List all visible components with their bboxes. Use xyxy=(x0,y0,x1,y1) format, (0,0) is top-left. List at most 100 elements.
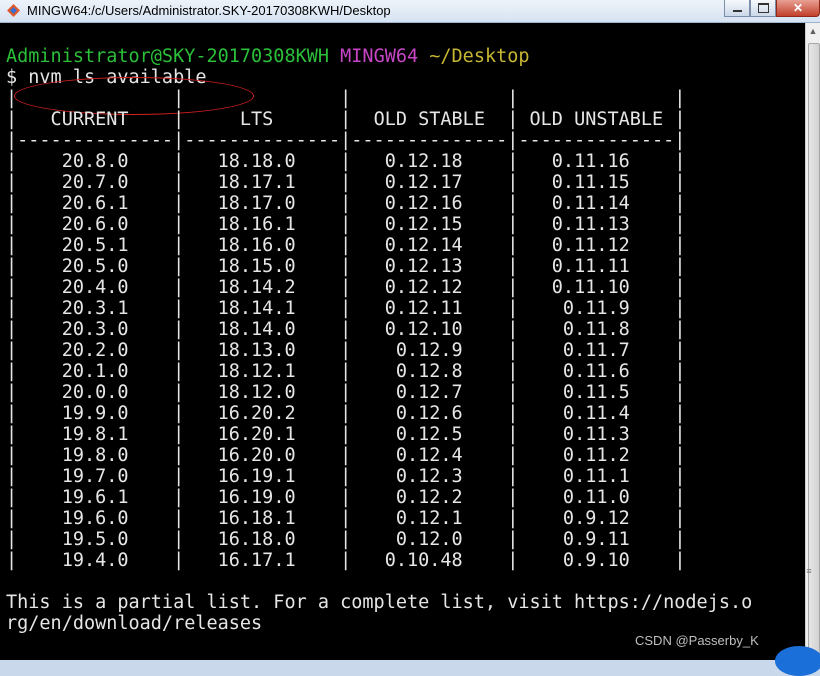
table-cell: 19.7.0 xyxy=(17,466,174,487)
table-row: | 20.0.0 | 18.12.0 | 0.12.7 | 0.11.5 | xyxy=(6,382,686,403)
table-cell: 0.12.12 xyxy=(351,277,508,298)
window-controls xyxy=(724,0,820,18)
table-cell: 0.11.1 xyxy=(518,466,675,487)
table-header-cell: OLD STABLE xyxy=(351,109,508,130)
git-bash-diamond-icon xyxy=(7,4,20,17)
table-cell: 16.19.0 xyxy=(184,487,341,508)
table-cell: 20.8.0 xyxy=(17,151,174,172)
table-cell: 19.4.0 xyxy=(17,550,174,571)
table-cell: 18.17.0 xyxy=(184,193,341,214)
table-row: | 20.1.0 | 18.12.1 | 0.12.8 | 0.11.6 | xyxy=(6,361,686,382)
table-cell: 20.3.1 xyxy=(17,298,174,319)
table-cell: 0.12.15 xyxy=(351,214,508,235)
table-cell: 0.11.13 xyxy=(518,214,675,235)
table-cell: 18.18.0 xyxy=(184,151,341,172)
table-cell: 0.9.10 xyxy=(518,550,675,571)
table-cell: 20.5.0 xyxy=(17,256,174,277)
table-cell: 20.6.0 xyxy=(17,214,174,235)
table-cell: 0.12.14 xyxy=(351,235,508,256)
table-row: | 20.5.0 | 18.15.0 | 0.12.13 | 0.11.11 | xyxy=(6,256,686,277)
table-row: | 19.4.0 | 16.17.1 | 0.10.48 | 0.9.10 | xyxy=(6,550,686,571)
table-cell: 16.20.1 xyxy=(184,424,341,445)
prompt-env: MINGW64 xyxy=(340,46,419,67)
prompt-symbol: $ xyxy=(6,67,18,88)
table-row: | 20.5.1 | 18.16.0 | 0.12.14 | 0.11.12 | xyxy=(6,235,686,256)
terminal-output[interactable]: Administrator@SKY-20170308KWH MINGW64 ~/… xyxy=(0,23,805,660)
table-cell: 18.14.0 xyxy=(184,319,341,340)
table-cell: 20.5.1 xyxy=(17,235,174,256)
table-cell: 0.11.0 xyxy=(518,487,675,508)
table-cell: 0.12.16 xyxy=(351,193,508,214)
table-separator: |--------------|--------------|---------… xyxy=(6,130,686,151)
table-cell: 19.6.1 xyxy=(17,487,174,508)
table-cell: 0.11.10 xyxy=(518,277,675,298)
table-cell: 16.20.0 xyxy=(184,445,341,466)
table-cell: 18.12.1 xyxy=(184,361,341,382)
table-header-row: | CURRENT | LTS | OLD STABLE | OLD UNSTA… xyxy=(6,109,686,130)
minimize-button[interactable] xyxy=(724,0,750,17)
table-header-cell: OLD UNSTABLE xyxy=(518,109,675,130)
table-row: | 19.8.1 | 16.20.1 | 0.12.5 | 0.11.3 | xyxy=(6,424,686,445)
table-cell: 18.17.1 xyxy=(184,172,341,193)
table-row: | 19.5.0 | 16.18.0 | 0.12.0 | 0.9.11 | xyxy=(6,529,686,550)
table-cell: 0.12.11 xyxy=(351,298,508,319)
table-cell: 19.5.0 xyxy=(17,529,174,550)
watermark: CSDN @Passerby_K xyxy=(635,633,759,648)
table-cell: 0.12.7 xyxy=(351,382,508,403)
table-cell: 0.9.12 xyxy=(518,508,675,529)
table-cell: 0.12.17 xyxy=(351,172,508,193)
table-cell: 0.12.9 xyxy=(351,340,508,361)
table-row: | 20.3.0 | 18.14.0 | 0.12.10 | 0.11.8 | xyxy=(6,319,686,340)
table-cell: 19.8.0 xyxy=(17,445,174,466)
table-row: | 20.2.0 | 18.13.0 | 0.12.9 | 0.11.7 | xyxy=(6,340,686,361)
scrollbar-thumb[interactable] xyxy=(808,43,820,655)
table-cell: 0.9.11 xyxy=(518,529,675,550)
table-cell: 0.12.13 xyxy=(351,256,508,277)
scroll-up-arrow-icon[interactable]: ▲ xyxy=(806,26,820,36)
table-cell: 0.11.12 xyxy=(518,235,675,256)
table-cell: 20.7.0 xyxy=(17,172,174,193)
table-header-cell: CURRENT xyxy=(17,109,174,130)
table-header-cell: LTS xyxy=(184,109,341,130)
window-title: MINGW64:/c/Users/Administrator.SKY-20170… xyxy=(27,3,391,18)
table-cell: 0.12.2 xyxy=(351,487,508,508)
table-row: | 19.6.1 | 16.19.0 | 0.12.2 | 0.11.0 | xyxy=(6,487,686,508)
table-top-border: | | | | | xyxy=(6,88,686,109)
table-cell: 18.14.1 xyxy=(184,298,341,319)
table-row: | 20.4.0 | 18.14.2 | 0.12.12 | 0.11.10 | xyxy=(6,277,686,298)
table-cell: 20.2.0 xyxy=(17,340,174,361)
maximize-button[interactable] xyxy=(750,0,776,17)
table-cell: 0.11.8 xyxy=(518,319,675,340)
table-cell: 0.11.9 xyxy=(518,298,675,319)
table-cell: 0.12.18 xyxy=(351,151,508,172)
prompt-line: Administrator@SKY-20170308KWH MINGW64 ~/… xyxy=(6,46,530,67)
table-row: | 19.7.0 | 16.19.1 | 0.12.3 | 0.11.1 | xyxy=(6,466,686,487)
prompt-user-host: Administrator@SKY-20170308KWH xyxy=(6,46,330,67)
table-cell: 0.11.14 xyxy=(518,193,675,214)
table-cell: 19.8.1 xyxy=(17,424,174,445)
table-cell: 0.11.4 xyxy=(518,403,675,424)
vertical-scrollbar[interactable]: ▲ xyxy=(805,23,820,660)
table-row: | 19.8.0 | 16.20.0 | 0.12.4 | 0.11.2 | xyxy=(6,445,686,466)
table-row: | 20.6.0 | 18.16.1 | 0.12.15 | 0.11.13 | xyxy=(6,214,686,235)
table-cell: 18.15.0 xyxy=(184,256,341,277)
table-cell: 0.12.4 xyxy=(351,445,508,466)
table-cell: 0.12.10 xyxy=(351,319,508,340)
table-cell: 16.20.2 xyxy=(184,403,341,424)
table-cell: 0.10.48 xyxy=(351,550,508,571)
table-cell: 0.11.16 xyxy=(518,151,675,172)
table-cell: 0.11.7 xyxy=(518,340,675,361)
table-cell: 16.18.0 xyxy=(184,529,341,550)
close-button[interactable] xyxy=(776,0,820,17)
corner-badge xyxy=(775,646,820,676)
window-titlebar[interactable]: MINGW64:/c/Users/Administrator.SKY-20170… xyxy=(0,0,820,23)
table-cell: 0.12.6 xyxy=(351,403,508,424)
table-cell: 16.19.1 xyxy=(184,466,341,487)
table-cell: 18.13.0 xyxy=(184,340,341,361)
table-cell: 20.6.1 xyxy=(17,193,174,214)
table-cell: 0.12.8 xyxy=(351,361,508,382)
table-cell: 18.16.0 xyxy=(184,235,341,256)
table-row: | 20.3.1 | 18.14.1 | 0.12.11 | 0.11.9 | xyxy=(6,298,686,319)
table-cell: 20.0.0 xyxy=(17,382,174,403)
table-cell: 0.11.3 xyxy=(518,424,675,445)
